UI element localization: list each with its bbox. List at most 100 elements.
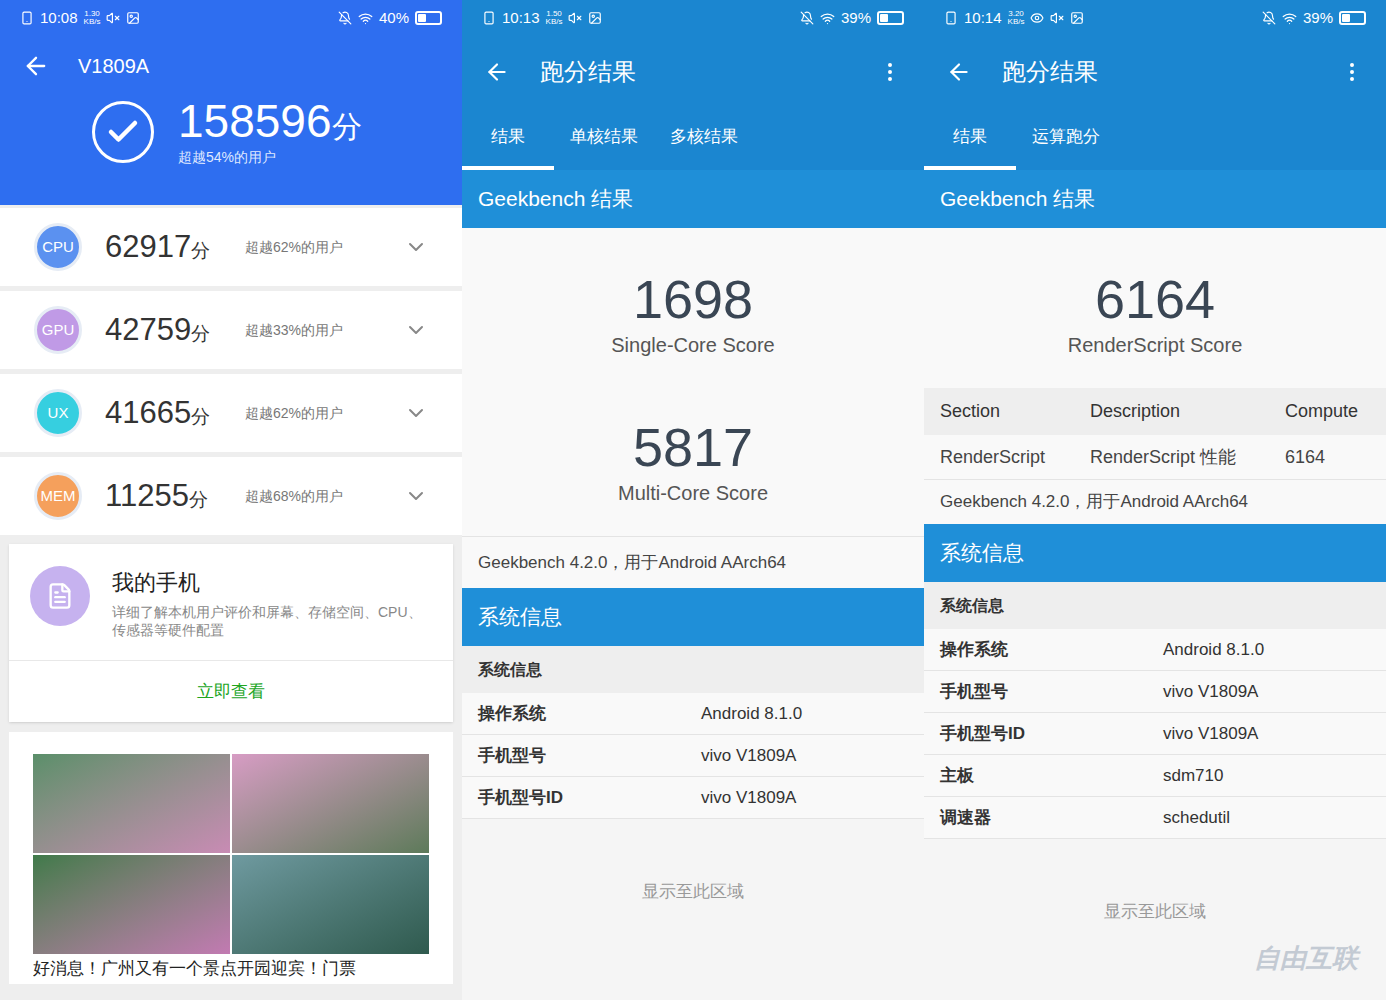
section-bar: Geekbench 结果 [924, 170, 1386, 228]
sysinfo-key: 手机型号ID [478, 785, 701, 811]
tab[interactable]: 多核结果 [654, 108, 754, 170]
net-speed: 1.30KB/s [84, 10, 101, 26]
category-rank: 超越62%的用户 [245, 237, 404, 258]
score-value: 6164 [1095, 268, 1215, 330]
score-block: 1698Single-Core Score [611, 268, 774, 360]
image-icon [588, 11, 602, 25]
tab[interactable]: 结果 [462, 108, 554, 170]
category-badge: GPU [34, 306, 82, 354]
category-rank: 超越33%的用户 [245, 320, 404, 341]
battery-icon [877, 11, 904, 25]
tab-bar: 结果运算跑分 [924, 108, 1386, 170]
sysinfo-key: 调速器 [940, 805, 1163, 831]
expand-icon[interactable] [404, 235, 428, 259]
version-row: Geekbench 4.2.0，用于Android AArch64 [462, 536, 924, 588]
back-icon[interactable] [946, 59, 972, 85]
phone-info-icon [30, 566, 90, 626]
score-label: Multi-Core Score [618, 478, 768, 508]
category-score: 11255分 [105, 473, 245, 520]
back-icon[interactable] [22, 52, 50, 80]
category-badge: CPU [34, 223, 82, 271]
score-label: RenderScript Score [1068, 330, 1243, 360]
category-badge: UX [34, 389, 82, 437]
sysinfo-value: vivo V1809A [1163, 721, 1258, 747]
more-icon[interactable] [878, 60, 902, 84]
status-time: 10:08 [40, 7, 78, 30]
bell-off-icon [338, 11, 352, 25]
category-row[interactable]: UX 41665分超越62%的用户 [0, 374, 462, 452]
sysinfo-bar: 系统信息 [924, 524, 1386, 582]
bell-off-icon [1262, 11, 1276, 25]
total-rank: 超越54%的用户 [178, 147, 362, 168]
category-score: 62917分 [105, 224, 245, 271]
sysinfo-row: 手机型号IDvivo V1809A [924, 713, 1386, 755]
bell-off-icon [800, 11, 814, 25]
sysinfo-value: schedutil [1163, 805, 1230, 831]
sysinfo-value: Android 8.1.0 [1163, 637, 1264, 663]
view-button[interactable]: 立即查看 [9, 660, 453, 722]
status-bar: 10:131.50KB/s39% [462, 0, 924, 36]
sysinfo-key: 操作系统 [940, 637, 1163, 663]
net-speed: 3.20KB/s [1008, 10, 1025, 26]
category-row[interactable]: MEM11255分超越68%的用户 [0, 457, 462, 535]
battery-text: 40% [379, 7, 409, 30]
expand-icon[interactable] [404, 318, 428, 342]
sysinfo-value: vivo V1809A [701, 785, 796, 811]
sysinfo-row: 操作系统Android 8.1.0 [924, 629, 1386, 671]
tab[interactable]: 运算跑分 [1016, 108, 1116, 170]
my-phone-title: 我的手机 [112, 566, 432, 599]
ad-card[interactable]: 好消息！广州又有一个景点开园迎宾！门票 [9, 732, 453, 984]
tab[interactable]: 单核结果 [554, 108, 654, 170]
expand-icon[interactable] [404, 401, 428, 425]
expand-icon[interactable] [404, 484, 428, 508]
score-value: 5817 [633, 416, 753, 478]
footer-note: 显示至此区域 [924, 839, 1386, 1000]
sysinfo-row: 手机型号vivo V1809A [924, 671, 1386, 713]
sysinfo-row: 手机型号vivo V1809A [462, 735, 924, 777]
category-rank: 超越62%的用户 [245, 403, 404, 424]
wifi-icon [820, 11, 835, 26]
category-rank: 超越68%的用户 [245, 486, 404, 507]
more-icon[interactable] [1340, 60, 1364, 84]
sysinfo-row: 主板sdm710 [924, 755, 1386, 797]
status-bar: 10:143.20KB/s39% [924, 0, 1386, 36]
tab[interactable]: 结果 [924, 108, 1016, 170]
battery-icon [1339, 11, 1366, 25]
scores: 1698Single-Core Score 5817Multi-Core Scor… [462, 228, 924, 536]
total-score: 158596分 [178, 96, 362, 147]
sysinfo-value: vivo V1809A [701, 743, 796, 769]
eye-icon [1030, 11, 1044, 25]
my-phone-description: 详细了解本机用户评价和屏幕、存储空间、CPU、传感器等硬件配置 [112, 603, 432, 639]
page-title: 跑分结果 [540, 54, 878, 90]
sysinfo-value: vivo V1809A [1163, 679, 1258, 705]
category-score: 41665分 [105, 390, 245, 437]
image-icon [1070, 11, 1084, 25]
battery-text: 39% [841, 7, 871, 30]
device-title: V1809A [78, 51, 149, 81]
wifi-icon [358, 11, 373, 26]
sysinfo-value: Android 8.1.0 [701, 701, 802, 727]
compute-table: SectionDescriptionComputeRenderScriptRen… [924, 388, 1386, 480]
sysinfo-subheader: 系统信息 [924, 582, 1386, 629]
sim-icon [20, 11, 34, 25]
category-row[interactable]: CPU 62917分超越62%的用户 [0, 208, 462, 286]
back-icon[interactable] [484, 59, 510, 85]
table-row: RenderScriptRenderScript 性能6164 [924, 435, 1386, 480]
sysinfo-row: 手机型号IDvivo V1809A [462, 777, 924, 819]
mute-icon [1050, 11, 1064, 25]
image-icon [126, 11, 140, 25]
battery-text: 39% [1303, 7, 1333, 30]
check-icon [92, 101, 154, 163]
geekbench-panel: 10:143.20KB/s39%跑分结果结果运算跑分Geekbench 结果61… [924, 0, 1386, 1000]
sysinfo-key: 主板 [940, 763, 1163, 789]
antutu-panel: 10:08 1.30KB/s 40% V1809A 158596分超越54%的用户 CPU… [0, 0, 462, 1000]
score-block: 5817Multi-Core Score [618, 416, 768, 508]
geekbench-panel: 10:131.50KB/s39% 跑分结果结果单核结果多核结果 Geekbench … [462, 0, 924, 1000]
footer-note: 显示至此区域 [462, 819, 924, 1000]
antutu-header: 10:08 1.30KB/s 40% V1809A 158596分超越54%的用户 [0, 0, 462, 205]
ad-photo [33, 754, 429, 954]
category-row[interactable]: GPU42759分超越33%的用户 [0, 291, 462, 369]
status-bar: 10:08 1.30KB/s 40% [0, 0, 462, 36]
score-value: 1698 [633, 268, 753, 330]
version-row: Geekbench 4.2.0，用于Android AArch64 [924, 480, 1386, 524]
